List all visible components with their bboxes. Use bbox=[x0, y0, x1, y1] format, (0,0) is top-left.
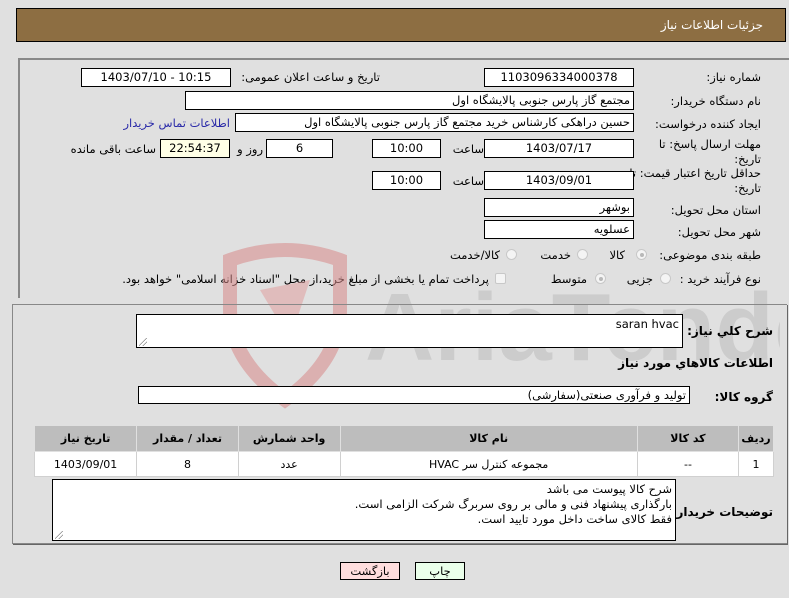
remaining-time-label: ساعت باقی مانده bbox=[70, 142, 156, 156]
goods-group-field: تولید و فرآوری صنعتی(سفارشی) bbox=[138, 386, 690, 404]
category-label: طبقه بندی موضوعی: bbox=[659, 248, 761, 262]
resize-grip-icon[interactable] bbox=[55, 531, 63, 539]
buyer-org-label: نام دستگاه خریدار: bbox=[670, 94, 761, 108]
print-button[interactable]: چاپ bbox=[415, 562, 465, 580]
need-number-label: شماره نیاز: bbox=[706, 70, 761, 84]
col-goods-name: نام کالا bbox=[339, 425, 638, 452]
delivery-city-label: شهر محل تحویل: bbox=[677, 225, 761, 239]
cell-quantity: 8 bbox=[136, 451, 239, 477]
purchase-option-medium: متوسط bbox=[550, 272, 587, 286]
category-radio-service[interactable] bbox=[577, 249, 588, 260]
requester-field: حسین دراهکی کارشناس خرید مجتمع گاز پارس … bbox=[235, 113, 634, 132]
remaining-time-field: 22:54:37 bbox=[160, 139, 230, 158]
days-label: روز و bbox=[237, 142, 263, 156]
price-validity-label-2: تاریخ: bbox=[734, 181, 761, 195]
category-option-goods-service: کالا/خدمت bbox=[449, 248, 500, 262]
buyer-notes-line: شرح کالا پیوست می باشد bbox=[546, 482, 672, 496]
cell-goods-name: مجموعه کنترل سر HVAC bbox=[339, 451, 638, 477]
goods-table-header: ردیف کد کالا نام کالا واحد شمارش تعداد /… bbox=[33, 425, 774, 452]
category-radio-goods-service[interactable] bbox=[506, 249, 517, 260]
delivery-province-field: بوشهر bbox=[484, 198, 634, 217]
response-deadline-time: 10:00 bbox=[372, 139, 441, 158]
category-radio-goods[interactable] bbox=[636, 249, 647, 260]
response-deadline-label: مهلت ارسال پاسخ: تا bbox=[658, 137, 761, 151]
purchase-radio-medium[interactable] bbox=[595, 273, 606, 284]
buyer-notes-label: توضیحات خریدار: bbox=[671, 505, 773, 519]
col-need-date: تاریخ نیاز bbox=[33, 425, 138, 452]
page-title: جزئیات اطلاعات نیاز bbox=[660, 18, 763, 32]
announce-datetime-label: تاریخ و ساعت اعلان عمومی: bbox=[241, 70, 380, 84]
goods-group-label: گروه کالا: bbox=[714, 390, 773, 404]
buyer-notes-line: فقط کالای ساخت داخل مورد تایید است. bbox=[477, 512, 672, 526]
requester-label: ایجاد کننده درخواست: bbox=[655, 117, 761, 131]
summary-label: شرح کلي نياز: bbox=[687, 324, 773, 338]
summary-text: saran hvac bbox=[615, 317, 679, 331]
price-validity-time: 10:00 bbox=[372, 171, 441, 190]
cell-row-number: 1 bbox=[738, 451, 774, 477]
purchase-radio-minor[interactable] bbox=[660, 273, 671, 284]
cell-need-date: 1403/09/01 bbox=[33, 451, 138, 477]
back-button[interactable]: بازگشت bbox=[340, 562, 400, 580]
price-validity-label: حداقل تاریخ اعتبار قیمت: تا bbox=[629, 166, 761, 180]
purchase-option-minor: جزیی bbox=[626, 272, 653, 286]
delivery-province-label: استان محل تحویل: bbox=[670, 203, 761, 217]
col-row-number: ردیف bbox=[738, 425, 774, 452]
announce-datetime-field: 1403/07/10 - 10:15 bbox=[81, 68, 231, 87]
category-option-service: خدمت bbox=[540, 248, 571, 262]
response-deadline-label-2: تاریخ: bbox=[734, 152, 761, 166]
delivery-city-field: عسلویه bbox=[484, 220, 634, 239]
price-validity-time-label: ساعت bbox=[452, 174, 484, 188]
response-deadline-date: 1403/07/17 bbox=[484, 139, 634, 158]
col-goods-code: کد کالا bbox=[636, 425, 740, 452]
buyer-notes-textarea[interactable]: شرح کالا پیوست می باشد بارگذاری پیشنهاد … bbox=[52, 479, 676, 541]
summary-textarea[interactable]: saran hvac bbox=[136, 314, 683, 348]
goods-section-title: اطلاعات کالاهاي مورد نياز bbox=[618, 356, 773, 370]
table-row: 1 -- مجموعه کنترل سر HVAC عدد 8 1403/09/… bbox=[33, 451, 774, 477]
price-validity-date: 1403/09/01 bbox=[484, 171, 634, 190]
category-option-goods: کالا bbox=[609, 248, 625, 262]
resize-grip-icon[interactable] bbox=[139, 338, 147, 346]
col-quantity: تعداد / مقدار bbox=[136, 425, 239, 452]
remaining-days-field: 6 bbox=[266, 139, 333, 158]
response-time-label: ساعت bbox=[452, 142, 484, 156]
purchase-type-label: نوع فرآیند خرید : bbox=[679, 272, 761, 286]
cell-unit: عدد bbox=[237, 451, 341, 477]
treasury-checkbox[interactable] bbox=[495, 273, 506, 284]
need-number-field: 1103096334000378 bbox=[484, 68, 634, 87]
col-unit: واحد شمارش bbox=[237, 425, 341, 452]
buyer-org-field: مجتمع گاز پارس جنوبی پالایشگاه اول bbox=[185, 91, 634, 110]
treasury-note: پرداخت تمام یا بخشی از مبلغ خرید،از محل … bbox=[122, 272, 489, 286]
buyer-notes-line: بارگذاری پیشنهاد فنی و مالی بر روی سربرگ… bbox=[354, 497, 672, 511]
cell-goods-code: -- bbox=[636, 451, 740, 477]
page-header: جزئیات اطلاعات نیاز bbox=[16, 8, 786, 42]
goods-table: ردیف کد کالا نام کالا واحد شمارش تعداد /… bbox=[33, 425, 774, 477]
buyer-contact-link[interactable]: اطلاعات تماس خریدار bbox=[123, 116, 230, 130]
